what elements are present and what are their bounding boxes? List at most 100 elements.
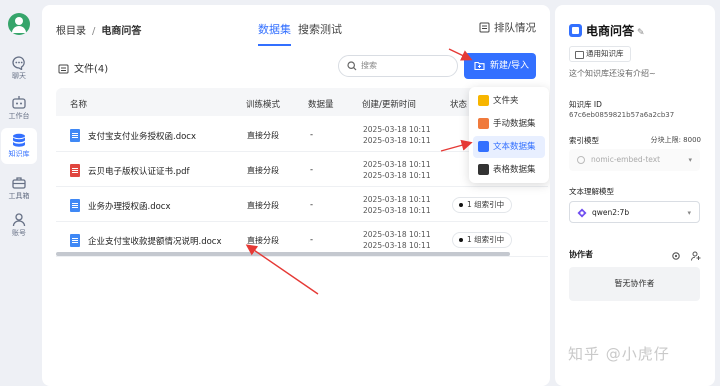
nav-label-toolbox: 工具箱 <box>8 192 30 200</box>
kb-id[interactable]: 67c6eb0859821b57a6a2cb37 <box>569 111 674 119</box>
no-collaborators-placeholder: 暂无协作者 <box>569 267 700 301</box>
edit-icon[interactable]: ✎ <box>637 28 645 38</box>
kb-intro[interactable]: 这个知识库还没有介绍~ <box>569 68 656 79</box>
chunk-limit: 分块上限: 8000 <box>650 136 701 144</box>
menu-label: 文件夹 <box>493 96 519 106</box>
file-name[interactable]: 业务办理授权函.docx <box>88 200 171 212</box>
file-name[interactable]: 支付宝支付业务授权函.docx <box>88 130 196 142</box>
data-count: - <box>310 165 314 175</box>
settings-icon[interactable] <box>671 251 681 261</box>
kb-title: 电商问答 ✎ <box>569 22 645 39</box>
word-file-icon <box>70 199 80 212</box>
col-created-updated: 创建/更新时间 <box>362 100 416 110</box>
nav-label-chat: 聊天 <box>12 72 26 80</box>
menu-item-folder[interactable]: 文件夹 <box>473 90 545 112</box>
file-count: 文件(4) <box>74 64 109 75</box>
index-model-label: 索引模型 <box>569 136 599 145</box>
breadcrumb: 根目录 / 电商问答 <box>56 22 141 37</box>
table-dataset-icon <box>478 164 489 175</box>
nav-item-chat[interactable]: 聊天 <box>1 50 37 86</box>
index-model-value: nomic-embed-text <box>591 155 661 164</box>
word-file-icon <box>70 234 80 247</box>
training-mode: 直接分段 <box>247 166 279 175</box>
folder-plus-icon <box>474 61 485 71</box>
menu-item-manual-dataset[interactable]: 手动数据集 <box>473 113 545 135</box>
text-dataset-icon <box>478 141 489 152</box>
nav-item-workbench[interactable]: 工作台 <box>1 90 37 126</box>
training-mode: 直接分段 <box>247 131 279 140</box>
breadcrumb-root[interactable]: 根目录 <box>56 26 86 37</box>
search-placeholder: 搜索 <box>361 61 377 70</box>
pdf-file-icon <box>70 164 80 177</box>
col-status: 状态 <box>450 100 468 110</box>
user-avatar[interactable] <box>8 13 30 35</box>
add-user-icon[interactable] <box>691 251 701 261</box>
collaborator-actions <box>671 246 701 265</box>
breadcrumb-separator: / <box>92 26 96 37</box>
menu-label: 手动数据集 <box>493 119 536 129</box>
user-icon <box>12 213 26 227</box>
data-count: - <box>310 235 314 245</box>
col-data-count: 数据量 <box>308 100 334 110</box>
breadcrumb-current: 电商问答 <box>101 26 142 37</box>
file-name[interactable]: 云贝电子版权认证证书.pdf <box>88 165 190 177</box>
file-name[interactable]: 企业支付宝收款提额情况说明.docx <box>88 235 222 247</box>
file-list-icon <box>58 64 69 74</box>
text-model-label: 文本理解模型 <box>569 187 614 196</box>
menu-label: 表格数据集 <box>493 165 536 175</box>
table-row[interactable]: 业务办理授权函.docx 直接分段 - 2025-03-18 10:11 202… <box>56 188 548 222</box>
created-time: 2025-03-18 10:11 <box>363 125 431 134</box>
search-icon <box>347 61 357 71</box>
updated-time: 2025-03-18 10:11 <box>363 241 431 250</box>
search-input[interactable]: 搜索 <box>338 55 458 77</box>
qwen-logo-icon <box>577 208 587 218</box>
nav-item-toolbox[interactable]: 工具箱 <box>1 170 37 206</box>
text-model-value: qwen2:7b <box>592 208 630 217</box>
updated-time: 2025-03-18 10:11 <box>363 206 431 215</box>
created-time: 2025-03-18 10:11 <box>363 160 431 169</box>
kb-icon <box>569 24 582 37</box>
col-training-mode: 训练模式 <box>246 100 281 110</box>
status-badge: 1 组索引中 <box>452 197 513 213</box>
nav-item-account[interactable]: 账号 <box>1 207 37 243</box>
menu-item-table-dataset[interactable]: 表格数据集 <box>473 159 545 181</box>
new-import-dropdown: 文件夹 手动数据集 文本数据集 表格数据集 <box>469 87 549 183</box>
chevron-down-icon: ▾ <box>687 209 691 217</box>
created-time: 2025-03-18 10:11 <box>363 195 431 204</box>
kb-id-label: 知识库 ID <box>569 100 602 109</box>
new-import-label: 新建/导入 <box>490 61 530 71</box>
updated-time: 2025-03-18 10:11 <box>363 136 431 145</box>
text-model-select[interactable]: qwen2:7b ▾ <box>569 201 700 223</box>
tab-dataset[interactable]: 数据集 <box>258 21 291 46</box>
created-time: 2025-03-18 10:11 <box>363 230 431 239</box>
menu-item-text-dataset[interactable]: 文本数据集 <box>473 136 545 158</box>
queue-label: 排队情况 <box>494 22 536 34</box>
word-file-icon <box>70 129 80 142</box>
queue-status-link[interactable]: 排队情况 <box>479 20 536 35</box>
chat-icon <box>12 56 25 70</box>
database-icon <box>13 133 25 147</box>
data-count: - <box>310 200 314 210</box>
kb-type-badge: 通用知识库 <box>569 46 631 62</box>
status-badge: 1 组索引中 <box>452 232 513 248</box>
col-name: 名称 <box>70 100 88 110</box>
menu-label: 文本数据集 <box>493 142 536 152</box>
embedding-model-icon <box>577 156 585 164</box>
new-import-button[interactable]: 新建/导入 <box>464 53 536 79</box>
training-mode: 直接分段 <box>247 201 279 210</box>
folder-icon <box>478 95 489 106</box>
horizontal-scrollbar[interactable] <box>56 252 510 256</box>
kb-name: 电商问答 <box>586 24 635 38</box>
training-mode: 直接分段 <box>247 236 279 245</box>
data-count: - <box>310 130 314 140</box>
nav-item-knowledge-base[interactable]: 知识库 <box>1 128 37 164</box>
left-nav: 聊天 工作台 知识库 工具箱 账号 <box>0 0 38 386</box>
dataset-panel: 根目录 / 电商问答 数据集 搜索测试 排队情况 文件(4) 搜索 新建/导入 名称… <box>42 5 550 386</box>
chevron-down-icon: ▾ <box>688 156 692 164</box>
file-list-title: 文件(4) <box>58 60 108 75</box>
collaborators-label: 协作者 <box>569 250 593 259</box>
tab-search-test[interactable]: 搜索测试 <box>298 21 342 37</box>
nav-label-account: 账号 <box>12 229 26 237</box>
watermark: 知乎 @小虎仔 <box>568 345 670 363</box>
toolbox-icon <box>12 177 26 189</box>
